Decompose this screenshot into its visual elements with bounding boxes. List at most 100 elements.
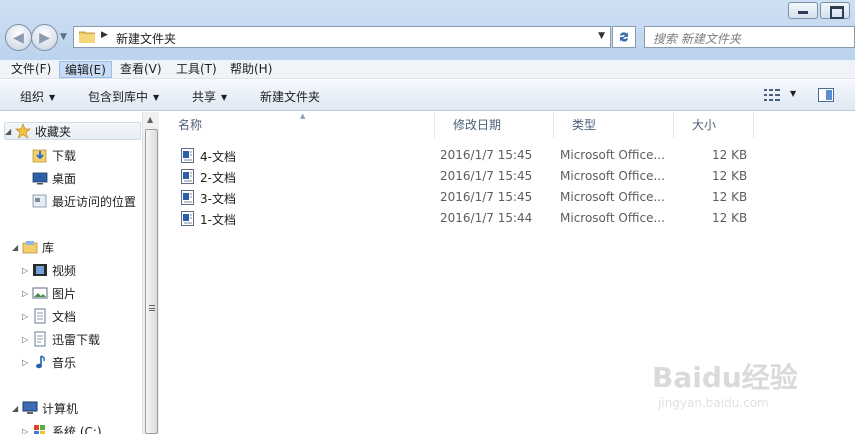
address-dropdown-icon[interactable]: ▼ bbox=[598, 31, 605, 41]
thunder-downloads-icon bbox=[34, 331, 46, 347]
scroll-up-arrow-icon[interactable]: ▲ bbox=[147, 115, 153, 124]
menu-tools[interactable]: 工具(T) bbox=[171, 61, 222, 78]
file-name: 2-文档 bbox=[200, 171, 236, 185]
menu-file[interactable]: 文件(F) bbox=[6, 61, 56, 78]
file-type: Microsoft Office... bbox=[560, 190, 665, 204]
nav-computer[interactable]: ◢ 计算机 bbox=[12, 399, 78, 417]
nav-music[interactable]: ▷ 音乐 bbox=[22, 353, 76, 371]
column-header-modified[interactable]: 修改日期 bbox=[435, 112, 554, 138]
nav-documents[interactable]: ▷ 文档 bbox=[22, 307, 76, 325]
file-date: 2016/1/7 15:45 bbox=[440, 190, 533, 204]
word-document-icon bbox=[181, 211, 194, 226]
file-name: 1-文档 bbox=[200, 213, 236, 227]
file-date: 2016/1/7 15:45 bbox=[440, 169, 533, 183]
nav-libraries[interactable]: ◢ 库 bbox=[12, 238, 54, 256]
nav-desktop-label: 桌面 bbox=[52, 171, 77, 186]
new-folder-button[interactable]: 新建文件夹 bbox=[260, 88, 320, 105]
search-placeholder: 搜索 新建文件夹 bbox=[653, 32, 741, 46]
pictures-icon bbox=[32, 287, 48, 299]
nav-drive-c-label: 系统 (C:) bbox=[52, 424, 102, 434]
nav-pictures[interactable]: ▷ 图片 bbox=[22, 284, 76, 302]
column-header-name[interactable]: 名称 bbox=[160, 112, 435, 138]
share-label: 共享 bbox=[192, 90, 217, 104]
preview-pane-icon[interactable] bbox=[818, 88, 834, 102]
scrollbar-grip-icon bbox=[149, 305, 155, 311]
share-button[interactable]: 共享 ▼ bbox=[192, 88, 227, 105]
documents-icon bbox=[34, 308, 46, 324]
downloads-folder-icon bbox=[32, 149, 47, 163]
nav-scrollbar[interactable]: ▲ bbox=[142, 112, 159, 434]
music-icon bbox=[36, 355, 45, 369]
file-row[interactable]: 4-文档 2016/1/7 15:45 Microsoft Office... … bbox=[160, 145, 760, 165]
nav-favorites[interactable]: ◢ 收藏夹 bbox=[4, 122, 141, 140]
column-modified-label: 修改日期 bbox=[453, 118, 502, 132]
expand-arrow-icon[interactable]: ▷ bbox=[22, 335, 32, 344]
breadcrumb-arrow-icon[interactable]: ▶ bbox=[101, 30, 108, 40]
file-row[interactable]: 3-文档 2016/1/7 15:45 Microsoft Office... … bbox=[160, 187, 760, 207]
title-bar: ◀ ▶ ▼ ▶ 新建文件夹 ▼ 搜索 新建文件夹 bbox=[0, 0, 855, 60]
baidu-watermark: Baidu经验 jingyan.baidu.com bbox=[652, 338, 852, 428]
nav-music-label: 音乐 bbox=[52, 355, 77, 370]
nav-pictures-label: 图片 bbox=[52, 286, 77, 301]
sort-ascending-icon: ▲ bbox=[300, 112, 306, 120]
collapse-arrow-icon[interactable]: ◢ bbox=[12, 404, 22, 413]
menu-help[interactable]: 帮助(H) bbox=[225, 61, 277, 78]
nav-computer-label: 计算机 bbox=[42, 401, 79, 416]
include-library-button[interactable]: 包含到库中 ▼ bbox=[88, 88, 159, 105]
collapse-arrow-icon[interactable]: ◢ bbox=[12, 243, 22, 252]
nav-recent-label: 最近访问的位置 bbox=[52, 194, 137, 209]
view-dropdown-icon[interactable]: ▼ bbox=[790, 89, 796, 98]
nav-thunder-downloads[interactable]: ▷ 迅雷下载 bbox=[22, 330, 100, 348]
menu-bar: 文件(F) 编辑(E) 查看(V) 工具(T) 帮助(H) bbox=[0, 60, 855, 79]
view-options-icon[interactable] bbox=[764, 89, 780, 101]
word-document-icon bbox=[181, 169, 194, 184]
expand-arrow-icon[interactable]: ▷ bbox=[22, 289, 32, 298]
nav-videos[interactable]: ▷ 视频 bbox=[22, 261, 76, 279]
search-input[interactable]: 搜索 新建文件夹 bbox=[644, 26, 855, 48]
nav-desktop[interactable]: 桌面 bbox=[32, 169, 76, 187]
caret-down-icon: ▼ bbox=[221, 93, 228, 102]
command-bar: 组织 ▼ 包含到库中 ▼ 共享 ▼ 新建文件夹 ▼ bbox=[0, 80, 855, 111]
drive-windows-icon bbox=[34, 425, 45, 434]
caret-down-icon: ▼ bbox=[49, 93, 56, 102]
collapse-arrow-icon[interactable]: ◢ bbox=[5, 127, 15, 136]
nav-downloads[interactable]: 下载 bbox=[32, 146, 76, 164]
file-name: 3-文档 bbox=[200, 192, 236, 206]
file-type: Microsoft Office... bbox=[560, 169, 665, 183]
column-header-type[interactable]: 类型 bbox=[554, 112, 674, 138]
back-arrow-icon: ◀ bbox=[13, 29, 24, 46]
maximize-button[interactable] bbox=[820, 2, 850, 19]
desktop-icon bbox=[32, 172, 48, 185]
forward-button[interactable]: ▶ bbox=[31, 24, 58, 51]
computer-icon bbox=[22, 401, 38, 414]
breadcrumb-current[interactable]: 新建文件夹 bbox=[116, 30, 176, 47]
libraries-icon bbox=[22, 241, 38, 254]
expand-arrow-icon[interactable]: ▷ bbox=[22, 358, 32, 367]
organize-button[interactable]: 组织 ▼ bbox=[20, 88, 55, 105]
expand-arrow-icon[interactable]: ▷ bbox=[22, 266, 32, 275]
file-row[interactable]: 1-文档 2016/1/7 15:44 Microsoft Office... … bbox=[160, 208, 760, 228]
menu-edit[interactable]: 编辑(E) bbox=[59, 61, 112, 78]
address-bar[interactable]: ▶ 新建文件夹 ▼ bbox=[73, 26, 611, 48]
star-icon bbox=[15, 123, 31, 139]
column-header-size[interactable]: 大小 bbox=[674, 112, 754, 138]
minimize-button[interactable] bbox=[788, 2, 818, 19]
caret-down-icon: ▼ bbox=[153, 93, 160, 102]
file-size: 12 KB bbox=[712, 148, 748, 162]
file-row[interactable]: 2-文档 2016/1/7 15:45 Microsoft Office... … bbox=[160, 166, 760, 186]
back-button[interactable]: ◀ bbox=[5, 24, 32, 51]
word-document-icon bbox=[181, 190, 194, 205]
nav-recent-places[interactable]: 最近访问的位置 bbox=[32, 192, 136, 210]
expand-arrow-icon[interactable]: ▷ bbox=[22, 312, 32, 321]
scrollbar-thumb[interactable] bbox=[145, 129, 158, 434]
expand-arrow-icon[interactable]: ▷ bbox=[22, 427, 32, 434]
nav-drive-c[interactable]: ▷ 系统 (C:) bbox=[22, 422, 102, 434]
file-size: 12 KB bbox=[712, 169, 748, 183]
column-name-label: 名称 bbox=[178, 118, 203, 132]
refresh-button[interactable] bbox=[612, 26, 636, 48]
video-icon bbox=[33, 264, 47, 276]
column-type-label: 类型 bbox=[572, 118, 597, 132]
history-dropdown-icon[interactable]: ▼ bbox=[60, 32, 67, 42]
folder-icon bbox=[79, 31, 95, 43]
menu-view[interactable]: 查看(V) bbox=[115, 61, 167, 78]
